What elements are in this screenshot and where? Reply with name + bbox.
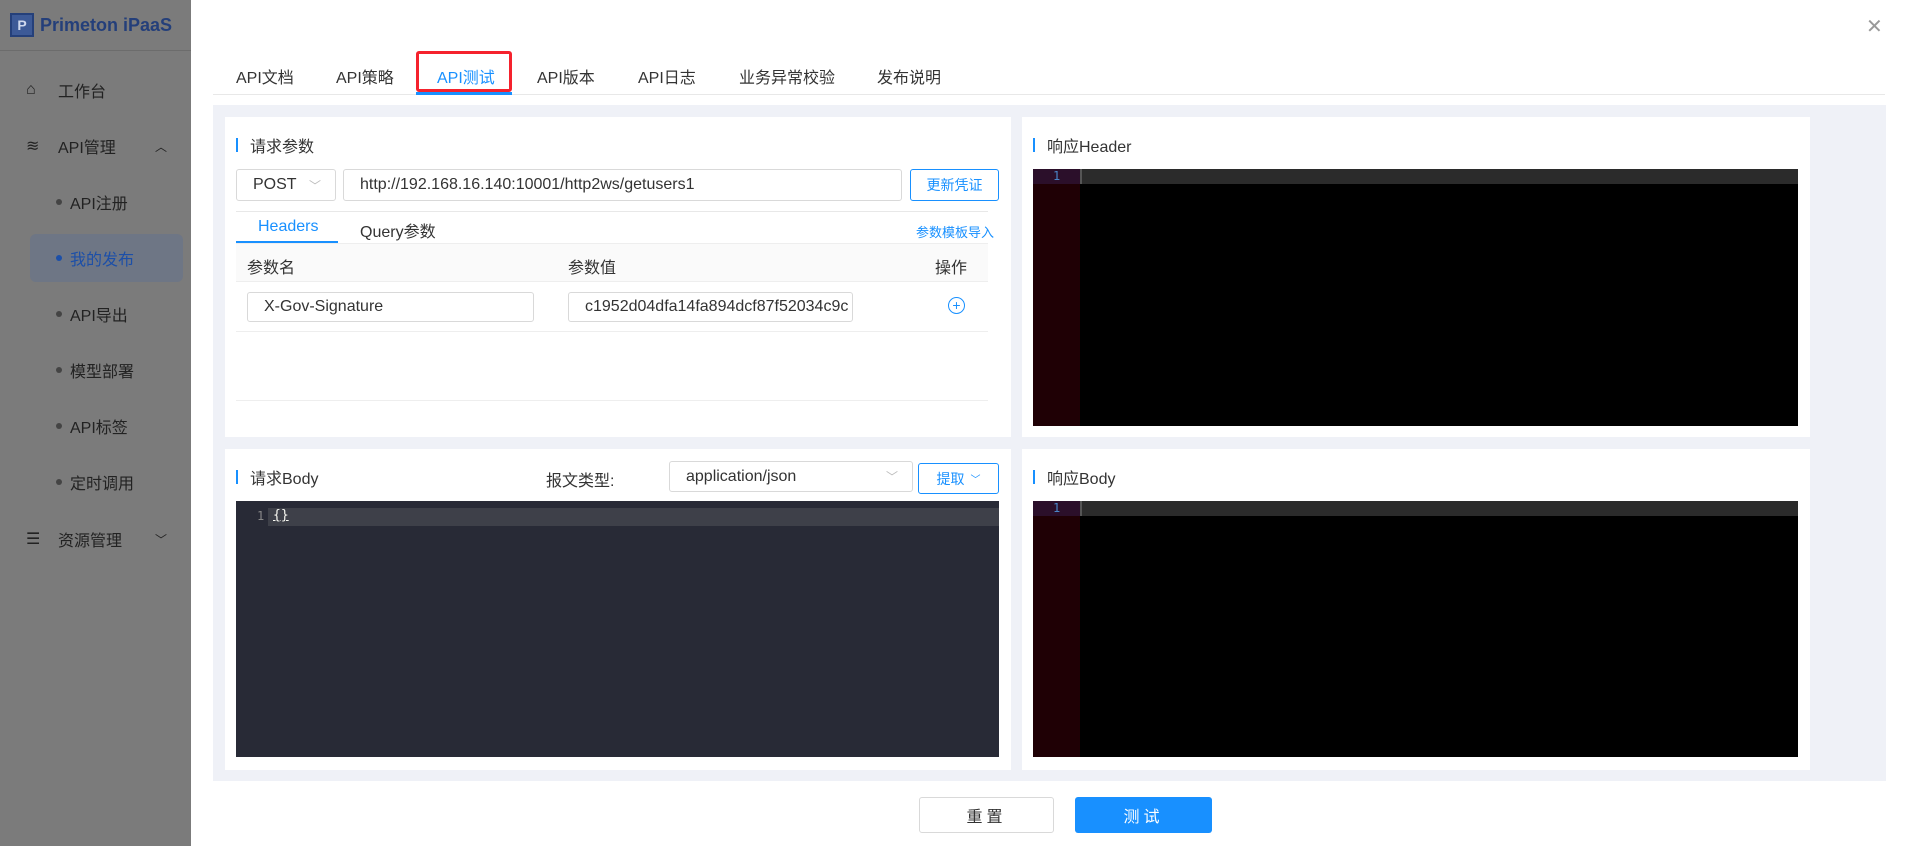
sidebar-item-label: API导出 [70, 308, 128, 325]
url-input[interactable]: http://192.168.16.140:10001/http2ws/getu… [343, 169, 902, 201]
content-type-value: application/json [686, 467, 797, 485]
method-value: POST [253, 176, 297, 193]
sidebar-item-label: 定时调用 [70, 476, 135, 493]
sidebar-item-label: API标签 [70, 420, 128, 437]
bullet-icon [56, 311, 62, 317]
column-header-actions: 操作 [935, 260, 968, 277]
column-header-param-value: 参数值 [568, 260, 617, 277]
sidebar-item-resource-management[interactable]: ☰ 资源管理 ﹀ [0, 519, 191, 559]
sidebar-subitem-api-tags[interactable]: API标签 [30, 402, 183, 450]
sidebar: P Primeton iPaaS ⌂ 工作台 ≋ API管理 ︿ API注册 我… [0, 0, 191, 846]
request-body-editor[interactable]: 1 {} [236, 501, 999, 757]
response-header-title: 响应Header [1033, 135, 1131, 156]
sidebar-item-label: API管理 [58, 140, 116, 157]
tab-api-policy[interactable]: API策略 [336, 58, 394, 94]
line-number: 1 [1053, 501, 1061, 515]
logo-icon: P [10, 13, 34, 37]
line-number: 1 [257, 509, 265, 523]
active-tab-underline [416, 92, 512, 95]
row-divider [236, 331, 988, 332]
bullet-icon [56, 255, 62, 261]
sidebar-subitem-my-publish[interactable]: 我的发布 [30, 234, 183, 282]
code-text: {} [273, 508, 289, 523]
table-bottom-line [236, 400, 988, 401]
content-type-select[interactable]: application/json ﹀ [669, 461, 913, 492]
template-import-link[interactable]: 参数模板导入 [916, 222, 994, 241]
sidebar-subitem-api-register[interactable]: API注册 [30, 178, 183, 226]
sidebar-item-workbench[interactable]: ⌂ 工作台 [0, 70, 191, 110]
tab-business-exception-check[interactable]: 业务异常校验 [739, 58, 835, 94]
sidebar-item-label: API注册 [70, 196, 128, 213]
tab-release-notes[interactable]: 发布说明 [877, 58, 941, 94]
bullet-icon [56, 367, 62, 373]
sidebar-subitem-api-export[interactable]: API导出 [30, 290, 183, 338]
chevron-down-icon: ﹀ [885, 470, 898, 484]
home-icon: ⌂ [26, 81, 36, 98]
refresh-credential-button[interactable]: 更新凭证 [910, 169, 999, 201]
logo: P Primeton iPaaS [0, 0, 191, 51]
sidebar-subitem-scheduled-call[interactable]: 定时调用 [30, 458, 183, 506]
chevron-down-icon: ﹀ [308, 178, 321, 193]
subtab-headers[interactable]: Headers [258, 218, 318, 236]
add-row-icon[interactable]: + [948, 297, 965, 314]
sidebar-item-label: 我的发布 [70, 252, 135, 269]
divider [236, 211, 988, 212]
chevron-down-icon: ﹀ [154, 532, 167, 547]
highlight-box [416, 51, 512, 92]
chevron-down-icon: ﹀ [970, 475, 981, 486]
tab-api-version[interactable]: API版本 [537, 58, 595, 94]
param-name-input[interactable]: X-Gov-Signature [247, 292, 534, 322]
extract-button[interactable]: 提取 ﹀ [918, 463, 999, 494]
sidebar-item-label: 工作台 [58, 84, 107, 101]
subtab-query-params[interactable]: Query参数 [360, 218, 436, 242]
tab-api-log[interactable]: API日志 [638, 58, 696, 94]
response-body-editor[interactable]: 1 [1033, 501, 1798, 757]
sidebar-item-api-management[interactable]: ≋ API管理 ︿ [0, 126, 191, 166]
sidebar-item-label: 资源管理 [58, 533, 123, 550]
param-name-value: X-Gov-Signature [264, 298, 384, 315]
reset-button[interactable]: 重置 [919, 797, 1054, 833]
url-value: http://192.168.16.140:10001/http2ws/getu… [360, 176, 695, 193]
close-icon[interactable]: ✕ [1866, 14, 1883, 39]
chevron-up-icon: ︿ [154, 139, 167, 154]
tab-api-doc[interactable]: API文档 [236, 58, 294, 94]
bullet-icon [56, 199, 62, 205]
bullet-icon [56, 423, 62, 429]
response-header-editor[interactable]: 1 [1033, 169, 1798, 426]
app-title: Primeton iPaaS [40, 14, 173, 35]
request-params-title: 请求参数 [236, 135, 314, 156]
database-icon: ☰ [26, 531, 41, 548]
layers-icon: ≋ [26, 138, 40, 155]
content-type-label: 报文类型: [546, 473, 615, 490]
request-body-title: 请求Body [236, 467, 318, 488]
sidebar-item-label: 模型部署 [70, 364, 135, 381]
method-select[interactable]: POST ﹀ [236, 169, 336, 201]
test-button[interactable]: 测试 [1075, 797, 1212, 833]
column-header-param-name: 参数名 [247, 260, 296, 277]
response-body-title: 响应Body [1033, 467, 1115, 488]
extract-label: 提取 [936, 470, 965, 487]
sidebar-subitem-model-deploy[interactable]: 模型部署 [30, 346, 183, 394]
param-value-value: c1952d04dfa14fa894dcf87f52034c9c [585, 298, 849, 315]
bullet-icon [56, 479, 62, 485]
param-value-input[interactable]: c1952d04dfa14fa894dcf87f52034c9c [568, 292, 853, 322]
line-number: 1 [1053, 169, 1061, 183]
